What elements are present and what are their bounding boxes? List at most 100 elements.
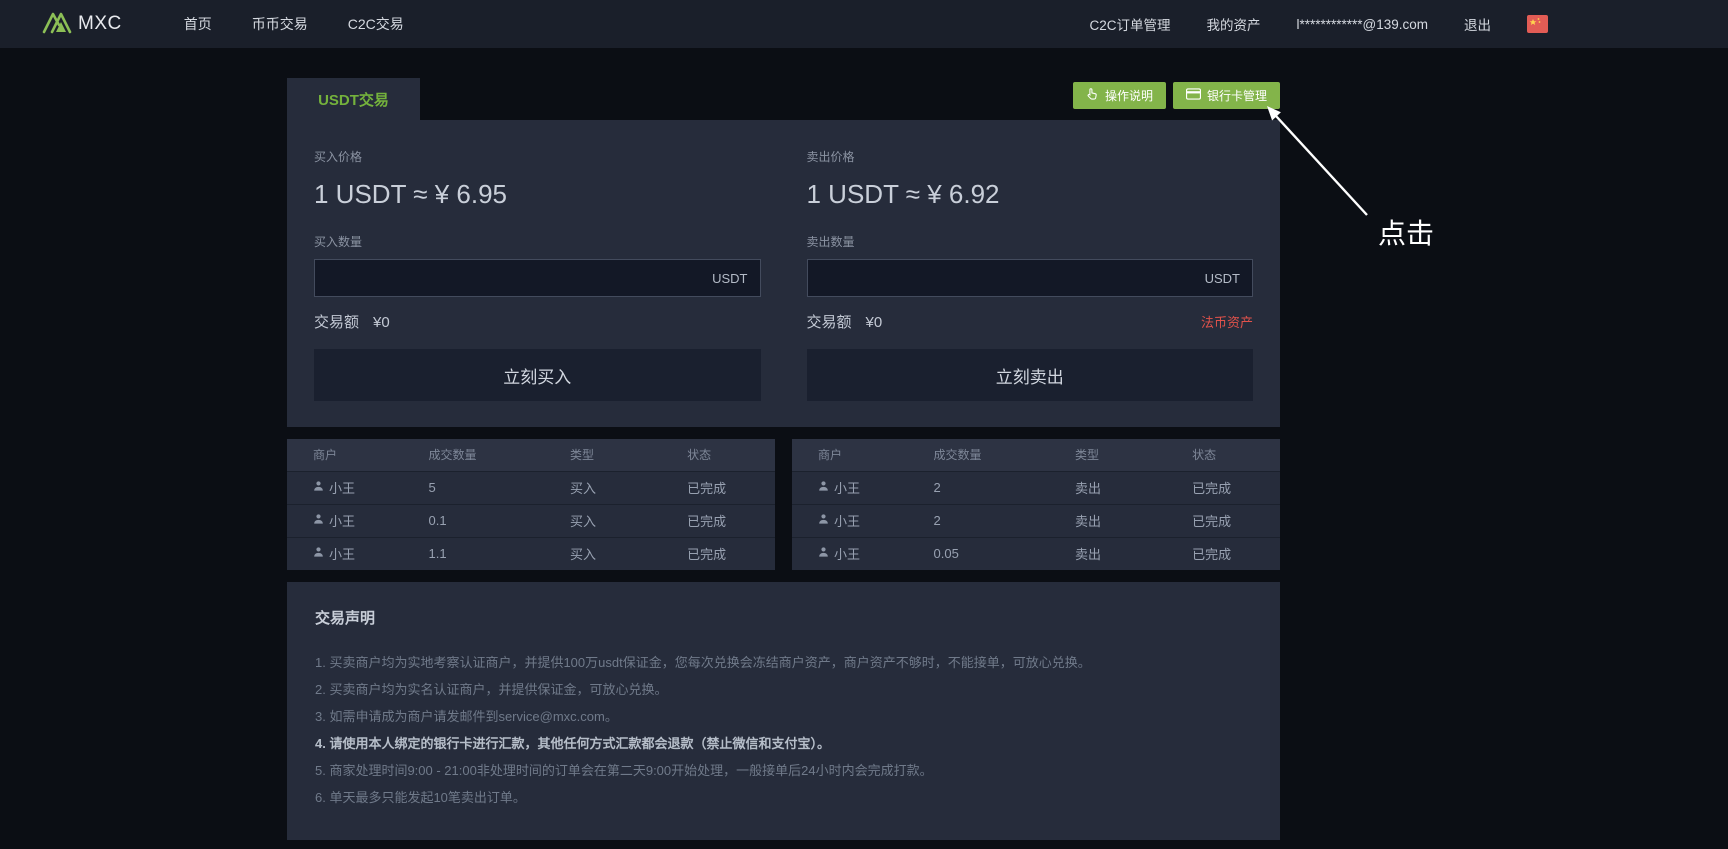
bank-card-button-label: 银行卡管理 — [1207, 87, 1267, 104]
sell-amount-inputbox: USDT — [807, 259, 1254, 297]
person-icon — [313, 513, 324, 528]
sell-unit-suffix: USDT — [1205, 271, 1240, 286]
mxc-logo-icon — [40, 8, 76, 41]
buy-total-value: ¥0 — [373, 314, 390, 331]
header-amount: 成交数量 — [934, 439, 1076, 471]
header-status: 状态 — [1192, 439, 1280, 471]
deal-type: 卖出 — [1075, 471, 1192, 504]
buy-amount-label: 买入数量 — [314, 233, 761, 250]
sell-amount-input[interactable] — [820, 270, 1205, 286]
nav-right: C2C订单管理 我的资产 l************@139.com 退出 — [1089, 14, 1548, 34]
c2c-order-management-link[interactable]: C2C订单管理 — [1089, 14, 1170, 34]
main-content: 操作说明 银行卡管理 USDT交易 买入价格 1 USDT ≈ ¥ 6.95 — [287, 48, 1280, 840]
notice-item: 1. 买卖商户均为实地考察认证商户，并提供100万usdt保证金，您每次兑换会冻… — [315, 652, 1252, 679]
china-flag-icon[interactable] — [1527, 15, 1548, 33]
sell-orders-table: 商户 成交数量 类型 状态 小王 2 卖出 已完成 — [792, 439, 1280, 570]
sell-price-label: 卖出价格 — [807, 148, 1254, 165]
account-email[interactable]: l************@139.com — [1296, 17, 1428, 32]
table-header-row: 商户 成交数量 类型 状态 — [792, 439, 1280, 471]
table-row: 小王 2 卖出 已完成 — [792, 471, 1280, 504]
table-row: 小王 0.05 卖出 已完成 — [792, 537, 1280, 570]
buy-amount-inputbox: USDT — [314, 259, 761, 297]
person-icon — [818, 480, 829, 495]
merchant-name: 小王 — [834, 511, 860, 530]
merchant-name: 小王 — [834, 478, 860, 497]
bank-card-management-button[interactable]: 银行卡管理 — [1173, 82, 1280, 109]
header-type: 类型 — [570, 439, 687, 471]
deal-type: 卖出 — [1075, 504, 1192, 537]
buy-price-value: 1 USDT ≈ ¥ 6.95 — [314, 179, 761, 211]
top-buttons: 操作说明 银行卡管理 — [1073, 82, 1280, 109]
table-row: 小王 2 卖出 已完成 — [792, 504, 1280, 537]
deal-amount: 1.1 — [429, 537, 571, 570]
deal-status: 已完成 — [1192, 471, 1280, 504]
nav-links: 首页 币币交易 C2C交易 — [184, 14, 404, 34]
header-type: 类型 — [1075, 439, 1192, 471]
sell-total-label: 交易额 — [807, 311, 852, 332]
page: MXC 首页 币币交易 C2C交易 C2C订单管理 我的资产 l********… — [0, 0, 1728, 849]
nav-link-c2c-trade[interactable]: C2C交易 — [348, 14, 404, 34]
sell-now-button[interactable]: 立刻卖出 — [807, 349, 1254, 401]
fiat-assets-link[interactable]: 法币资产 — [1201, 312, 1253, 331]
order-tables: 商户 成交数量 类型 状态 小王 5 买入 已完成 — [287, 439, 1280, 570]
deal-amount: 5 — [429, 471, 571, 504]
sell-total-value: ¥0 — [866, 314, 883, 331]
tab-usdt-trade[interactable]: USDT交易 — [287, 78, 420, 120]
deal-status: 已完成 — [687, 537, 775, 570]
notice-item-emphasized: 4. 请使用本人绑定的银行卡进行汇款，其他任何方式汇款都会退款（禁止微信和支付宝… — [315, 733, 1252, 760]
deal-type: 买入 — [570, 537, 687, 570]
my-assets-link[interactable]: 我的资产 — [1206, 14, 1260, 34]
trade-notice-panel: 交易声明 1. 买卖商户均为实地考察认证商户，并提供100万usdt保证金，您每… — [287, 582, 1280, 840]
buy-total-label: 交易额 — [314, 311, 359, 332]
logo-text: MXC — [78, 13, 122, 35]
guide-button[interactable]: 操作说明 — [1073, 82, 1166, 109]
person-icon — [313, 480, 324, 495]
deal-amount: 2 — [934, 504, 1076, 537]
buy-orders-table: 商户 成交数量 类型 状态 小王 5 买入 已完成 — [287, 439, 775, 570]
trade-notice-list: 1. 买卖商户均为实地考察认证商户，并提供100万usdt保证金，您每次兑换会冻… — [315, 652, 1252, 814]
table-row: 小王 5 买入 已完成 — [287, 471, 775, 504]
merchant-name: 小王 — [329, 511, 355, 530]
buy-now-button[interactable]: 立刻买入 — [314, 349, 761, 401]
table-row: 小王 1.1 买入 已完成 — [287, 537, 775, 570]
nav-link-home[interactable]: 首页 — [184, 14, 212, 34]
deal-type: 卖出 — [1075, 537, 1192, 570]
merchant-name: 小王 — [329, 478, 355, 497]
sell-price-value: 1 USDT ≈ ¥ 6.92 — [807, 179, 1254, 211]
buy-amount-input[interactable] — [327, 270, 712, 286]
header-status: 状态 — [687, 439, 775, 471]
table-header-row: 商户 成交数量 类型 状态 — [287, 439, 775, 471]
nav-link-spot-trade[interactable]: 币币交易 — [252, 14, 308, 34]
merchant-name: 小王 — [329, 544, 355, 563]
logout-link[interactable]: 退出 — [1464, 14, 1491, 34]
credit-card-icon — [1186, 88, 1201, 103]
deal-amount: 2 — [934, 471, 1076, 504]
header-merchant: 商户 — [792, 439, 934, 471]
buy-total-row: 交易额 ¥0 — [314, 311, 761, 331]
deal-status: 已完成 — [1192, 504, 1280, 537]
deal-status: 已完成 — [1192, 537, 1280, 570]
person-icon — [818, 513, 829, 528]
sell-total-row: 交易额 ¥0 法币资产 — [807, 311, 1254, 331]
header-amount: 成交数量 — [429, 439, 571, 471]
deal-amount: 0.1 — [429, 504, 571, 537]
header-merchant: 商户 — [287, 439, 429, 471]
navbar: MXC 首页 币币交易 C2C交易 C2C订单管理 我的资产 l********… — [0, 0, 1728, 48]
notice-item: 3. 如需申请成为商户请发邮件到service@mxc.com。 — [315, 706, 1252, 733]
table-row: 小王 0.1 买入 已完成 — [287, 504, 775, 537]
deal-status: 已完成 — [687, 471, 775, 504]
person-icon — [313, 546, 324, 561]
sell-column: 卖出价格 1 USDT ≈ ¥ 6.92 卖出数量 USDT 交易额 ¥0 法币… — [807, 148, 1254, 401]
trade-notice-title: 交易声明 — [315, 607, 1252, 628]
deal-type: 买入 — [570, 504, 687, 537]
deal-type: 买入 — [570, 471, 687, 504]
trade-panel: 买入价格 1 USDT ≈ ¥ 6.95 买入数量 USDT 交易额 ¥0 立刻… — [287, 120, 1280, 427]
deal-status: 已完成 — [687, 504, 775, 537]
person-icon — [818, 546, 829, 561]
click-annotation-label: 点击 — [1378, 212, 1434, 252]
hand-pointer-icon — [1086, 87, 1099, 104]
deal-amount: 0.05 — [934, 537, 1076, 570]
buy-price-label: 买入价格 — [314, 148, 761, 165]
notice-item: 2. 买卖商户均为实名认证商户，并提供保证金，可放心兑换。 — [315, 679, 1252, 706]
mxc-logo[interactable]: MXC — [40, 8, 122, 41]
